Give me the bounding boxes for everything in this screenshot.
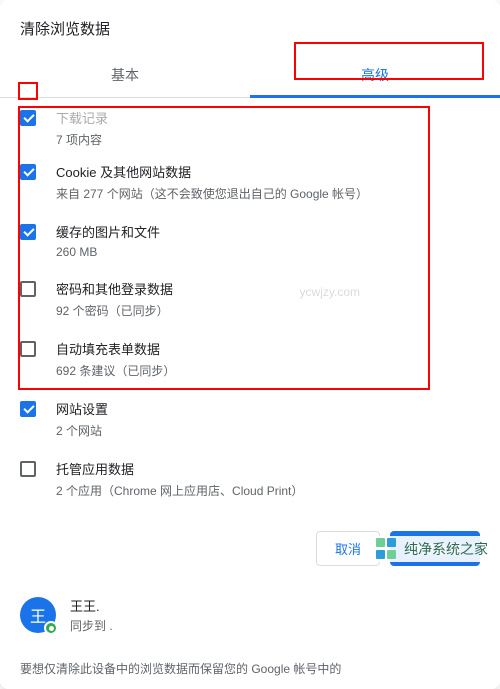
checkbox-passwords[interactable]	[20, 281, 36, 297]
item-sub: 260 MB	[56, 245, 480, 259]
checkbox-hosted-apps[interactable]	[20, 461, 36, 477]
checkbox-download-history[interactable]	[20, 110, 36, 126]
cancel-button[interactable]: 取消	[316, 531, 380, 566]
item-text: 托管应用数据 2 个应用（Chrome 网上应用店、Cloud Print）	[56, 459, 480, 499]
item-sub: 692 条建议（已同步）	[56, 362, 480, 379]
item-text: 缓存的图片和文件 260 MB	[56, 222, 480, 259]
item-title: 网站设置	[56, 399, 480, 418]
footer-note: 要想仅清除此设备中的浏览数据而保留您的 Google 帐号中的	[0, 648, 500, 689]
avatar: 王	[20, 597, 56, 633]
item-sub: 2 个网站	[56, 422, 480, 439]
account-name: 王王.	[70, 596, 113, 615]
list-item: Cookie 及其他网站数据 来自 277 个网站（这不会致使您退出自己的 Go…	[10, 152, 490, 212]
account-row: 王 王王. 同步到 .	[0, 582, 500, 648]
list-item: 网站设置 2 个网站	[10, 389, 490, 449]
item-text: 密码和其他登录数据 92 个密码（已同步）	[56, 279, 480, 319]
item-title: 自动填充表单数据	[56, 339, 480, 358]
list-item: 缓存的图片和文件 260 MB	[10, 212, 490, 269]
item-title: Cookie 及其他网站数据	[56, 162, 480, 181]
list-item: 自动填充表单数据 692 条建议（已同步）	[10, 329, 490, 389]
item-sub: 92 个密码（已同步）	[56, 302, 480, 319]
avatar-initial: 王	[30, 603, 46, 627]
sync-badge-icon	[44, 621, 58, 635]
tab-advanced[interactable]: 高级	[250, 53, 500, 97]
dialog-title: 清除浏览数据	[0, 0, 500, 53]
tab-basic[interactable]: 基本	[0, 53, 250, 97]
checkbox-cookies[interactable]	[20, 164, 36, 180]
item-title: 缓存的图片和文件	[56, 222, 480, 241]
list-item: 下载记录 7 项内容	[10, 106, 490, 152]
list-item: 托管应用数据 2 个应用（Chrome 网上应用店、Cloud Print）	[10, 449, 490, 509]
brand-footer: 纯净系统之家	[372, 536, 492, 562]
item-title: 下载记录	[56, 108, 480, 127]
item-sub: 2 个应用（Chrome 网上应用店、Cloud Print）	[56, 482, 480, 499]
checkbox-site-settings[interactable]	[20, 401, 36, 417]
item-title: 托管应用数据	[56, 459, 480, 478]
tab-bar: 基本 高级	[0, 53, 500, 98]
brand-logo-icon	[376, 538, 398, 560]
tab-advanced-label: 高级	[361, 67, 389, 83]
tab-basic-label: 基本	[111, 67, 139, 83]
item-sub: 7 项内容	[56, 131, 480, 148]
item-text: 下载记录 7 项内容	[56, 108, 480, 148]
account-sync: 同步到 .	[70, 617, 113, 634]
scroll-area[interactable]: 下载记录 7 项内容 Cookie 及其他网站数据 来自 277 个网站（这不会…	[10, 106, 490, 509]
options-list: 下载记录 7 项内容 Cookie 及其他网站数据 来自 277 个网站（这不会…	[0, 98, 500, 517]
item-text: Cookie 及其他网站数据 来自 277 个网站（这不会致使您退出自己的 Go…	[56, 162, 480, 202]
item-text: 网站设置 2 个网站	[56, 399, 480, 439]
clear-browsing-data-dialog: 清除浏览数据 基本 高级 下载记录 7 项内容 Cookie 及其他网站数据 来…	[0, 0, 500, 689]
item-sub: 来自 277 个网站（这不会致使您退出自己的 Google 帐号）	[56, 185, 480, 202]
brand-text: 纯净系统之家	[404, 539, 488, 559]
account-text-block: 王王. 同步到 .	[70, 596, 113, 634]
item-text: 自动填充表单数据 692 条建议（已同步）	[56, 339, 480, 379]
checkbox-autofill[interactable]	[20, 341, 36, 357]
checkbox-cache[interactable]	[20, 224, 36, 240]
item-title: 密码和其他登录数据	[56, 279, 480, 298]
list-item: 密码和其他登录数据 92 个密码（已同步）	[10, 269, 490, 329]
